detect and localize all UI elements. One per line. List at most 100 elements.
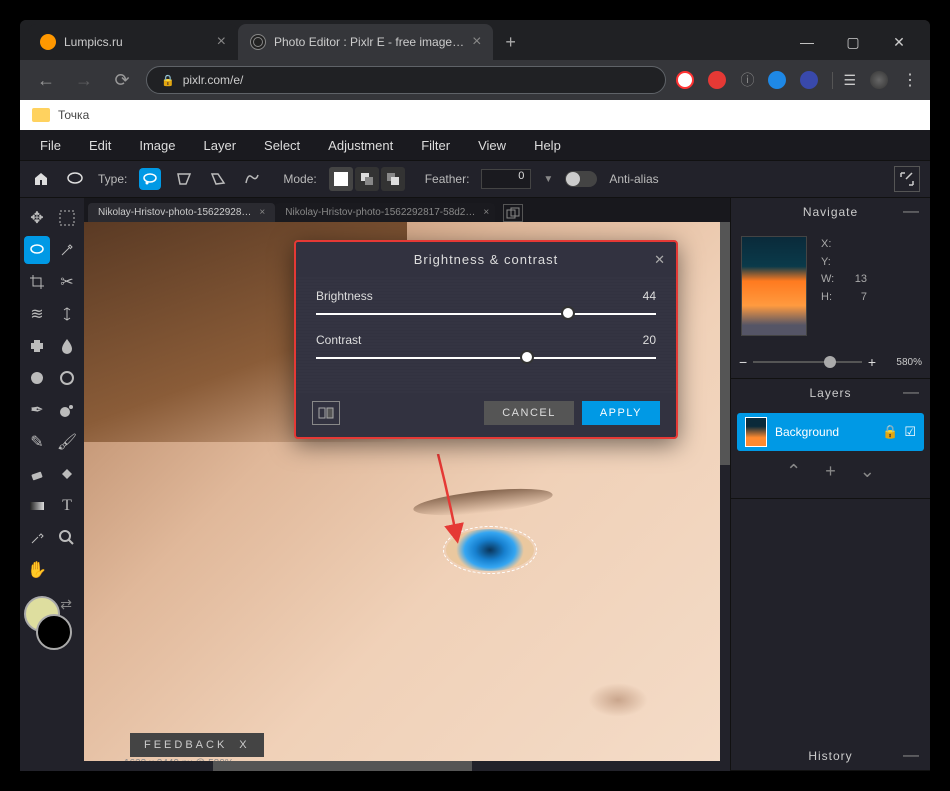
lock-icon[interactable]: 🔒 — [882, 424, 898, 440]
crop-tool[interactable] — [24, 268, 50, 296]
contrast-slider[interactable] — [316, 357, 656, 359]
close-button[interactable]: ✕ — [876, 26, 922, 58]
cutout-tool[interactable]: ✂ — [54, 268, 80, 296]
antialias-toggle[interactable] — [565, 171, 597, 187]
collapse-icon[interactable]: — — [903, 203, 920, 221]
panel-header[interactable]: Layers — — [731, 379, 930, 407]
gradient-tool[interactable] — [24, 492, 50, 520]
new-tab-button[interactable]: + — [505, 32, 516, 53]
eraser-tool[interactable] — [24, 460, 50, 488]
forward-button[interactable]: → — [70, 70, 98, 91]
brightness-slider[interactable] — [316, 313, 656, 315]
zoom-in-button[interactable]: + — [868, 354, 876, 370]
blur-tool[interactable] — [54, 332, 80, 360]
panel-header[interactable]: Navigate — — [731, 198, 930, 226]
background-swatch[interactable] — [36, 614, 72, 650]
swap-colors-icon[interactable]: ⇄ — [60, 596, 72, 613]
kebab-menu-icon[interactable]: ⋮ — [902, 70, 918, 90]
document-tab[interactable]: Nikolay-Hristov-photo-15622928… × — [88, 203, 275, 222]
draw-tool[interactable]: ✎ — [24, 428, 50, 456]
zoom-tool[interactable] — [54, 524, 80, 552]
expand-icon[interactable] — [894, 166, 920, 192]
chevron-down-icon[interactable]: ▼ — [543, 174, 553, 185]
layer-down-icon[interactable]: ⌄ — [860, 461, 875, 482]
extension-icon[interactable] — [768, 71, 786, 89]
slider-thumb[interactable] — [520, 350, 534, 364]
lasso-bezier-icon[interactable] — [241, 168, 263, 190]
fill-tool[interactable] — [54, 460, 80, 488]
sponge-tool[interactable] — [54, 364, 80, 392]
mode-new-button[interactable] — [329, 167, 353, 191]
back-button[interactable]: ← — [32, 70, 60, 91]
close-icon[interactable]: X — [239, 739, 249, 751]
panel-header[interactable]: History — — [731, 742, 930, 770]
zoom-slider[interactable] — [753, 361, 862, 363]
menu-image[interactable]: Image — [139, 138, 175, 153]
pen-tool[interactable]: ✒ — [24, 396, 50, 424]
arrange-tool[interactable]: ✥ — [24, 204, 50, 232]
extension-icon[interactable] — [708, 71, 726, 89]
menu-edit[interactable]: Edit — [89, 138, 111, 153]
collapse-icon[interactable]: — — [903, 747, 920, 765]
document-tab[interactable]: Nikolay-Hristov-photo-1562292817-58d2… × — [275, 203, 495, 222]
browser-tab[interactable]: Lumpics.ru × — [28, 24, 238, 60]
close-icon[interactable]: × — [259, 207, 265, 218]
menu-file[interactable]: File — [40, 138, 61, 153]
lasso-tool[interactable] — [24, 236, 50, 264]
mode-subtract-button[interactable] — [381, 167, 405, 191]
duplicate-icon[interactable] — [503, 204, 523, 222]
apply-button[interactable]: APPLY — [582, 401, 660, 425]
liquify-tool[interactable]: ≋ — [24, 300, 50, 328]
mode-add-button[interactable] — [355, 167, 379, 191]
scrollbar-horizontal[interactable] — [84, 761, 730, 771]
slider-thumb[interactable] — [561, 306, 575, 320]
visibility-icon[interactable]: ☑ — [904, 424, 916, 440]
bookmark-item[interactable]: Точка — [58, 108, 89, 122]
heal-tool[interactable] — [24, 332, 50, 360]
extension-icon[interactable] — [676, 71, 694, 89]
menu-adjustment[interactable]: Adjustment — [328, 138, 393, 153]
close-icon[interactable]: × — [217, 33, 226, 51]
layer-up-icon[interactable]: ⌃ — [786, 461, 801, 482]
marquee-tool[interactable] — [54, 204, 80, 232]
reload-button[interactable]: ⟳ — [108, 70, 136, 91]
add-layer-button[interactable]: + — [825, 461, 836, 482]
help-icon[interactable]: ⓘ — [740, 70, 754, 90]
menu-view[interactable]: View — [478, 138, 506, 153]
lasso-polygon-icon[interactable] — [173, 168, 195, 190]
menu-help[interactable]: Help — [534, 138, 561, 153]
close-icon[interactable]: × — [472, 33, 481, 51]
picker-tool[interactable] — [24, 524, 50, 552]
scrollbar-vertical[interactable] — [720, 222, 730, 761]
replace-color-tool[interactable] — [54, 396, 80, 424]
menu-layer[interactable]: Layer — [204, 138, 237, 153]
lasso-freehand-icon[interactable] — [139, 168, 161, 190]
url-input[interactable]: 🔒 pixlr.com/e/ — [146, 66, 666, 94]
menu-select[interactable]: Select — [264, 138, 300, 153]
close-icon[interactable]: × — [483, 207, 489, 218]
menu-filter[interactable]: Filter — [421, 138, 450, 153]
text-tool[interactable]: T — [54, 492, 80, 520]
collapse-icon[interactable]: — — [903, 384, 920, 402]
hand-tool[interactable]: ✋ — [24, 556, 50, 584]
profile-avatar[interactable] — [870, 71, 888, 89]
wand-tool[interactable] — [54, 236, 80, 264]
canvas-viewport[interactable]: Brightness & contrast ✕ Brightness 44 — [84, 222, 730, 771]
extension-icon[interactable] — [800, 71, 818, 89]
brightness-contrast-dialog[interactable]: Brightness & contrast ✕ Brightness 44 — [294, 240, 678, 439]
reading-list-icon[interactable]: ☰ — [832, 72, 856, 89]
maximize-button[interactable]: ▢ — [830, 26, 876, 58]
navigator-thumbnail[interactable] — [741, 236, 807, 336]
lasso-magnetic-icon[interactable] — [207, 168, 229, 190]
compare-icon[interactable] — [312, 401, 340, 425]
cancel-button[interactable]: CANCEL — [484, 401, 574, 425]
layer-item[interactable]: Background 🔒 ☑ — [737, 413, 924, 451]
minimize-button[interactable]: — — [784, 26, 830, 58]
feather-input[interactable]: 0 — [481, 169, 531, 189]
clone-tool[interactable] — [54, 300, 80, 328]
slider-thumb[interactable] — [824, 356, 836, 368]
feedback-button[interactable]: FEEDBACK X — [130, 733, 264, 757]
dodge-tool[interactable] — [24, 364, 50, 392]
home-icon[interactable] — [30, 168, 52, 190]
brush-tool[interactable]: 🖌 — [54, 428, 80, 456]
